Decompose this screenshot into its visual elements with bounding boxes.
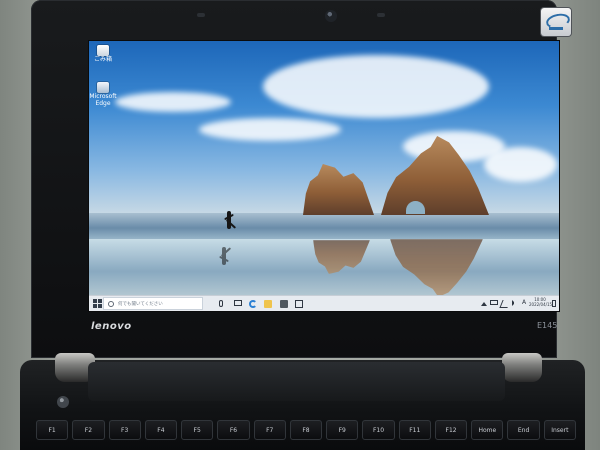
key-insert[interactable]: Insert <box>543 420 576 440</box>
search-icon <box>108 300 114 307</box>
start-button[interactable] <box>93 299 102 308</box>
action-center-icon[interactable] <box>552 300 556 307</box>
edge-label: Microsoft Edge <box>89 93 117 107</box>
ime-indicator[interactable]: A <box>522 299 526 306</box>
battery-icon[interactable] <box>490 300 498 305</box>
key-f4[interactable]: F4 <box>144 420 178 440</box>
key-f6[interactable]: F6 <box>217 420 250 440</box>
key-f2[interactable]: F2 <box>72 420 105 440</box>
start-icon <box>98 304 102 308</box>
key-f12[interactable]: F12 <box>434 420 468 440</box>
key-f11[interactable]: F11 <box>398 420 431 440</box>
bezel-mic-left-icon <box>197 13 205 17</box>
key-home[interactable]: Home <box>471 420 504 440</box>
hidden-icons-icon[interactable] <box>481 302 487 306</box>
start-icon <box>98 299 102 303</box>
key-f8[interactable]: F8 <box>289 420 323 440</box>
wallpaper-cloud <box>484 147 557 182</box>
wallpaper-cloud <box>199 118 341 141</box>
start-icon <box>93 299 97 303</box>
microphone-icon[interactable] <box>219 300 223 307</box>
clock-date: 2022/04/15 <box>529 302 553 307</box>
start-icon <box>93 304 97 308</box>
mail-icon[interactable] <box>295 300 303 308</box>
wallpaper-runner <box>227 211 231 229</box>
laptop-model-label: E145 <box>537 321 558 330</box>
recycle-bin-desktop-icon[interactable]: ごみ箱 <box>89 45 117 63</box>
search-box[interactable]: 何でも聞いてください <box>103 297 203 310</box>
power-led-icon <box>57 396 69 408</box>
recycle-bin-icon <box>97 45 109 56</box>
bezel-mic-right-icon <box>377 13 385 17</box>
key-f1[interactable]: F1 <box>36 420 69 440</box>
windows-taskbar: 何でも聞いてください A 10:00 2022/04/15 <box>89 295 559 311</box>
network-icon[interactable] <box>499 300 511 308</box>
key-f3[interactable]: F3 <box>108 420 141 440</box>
laptop-photo: lenovo E145 ごみ箱 Microsoft Edge 何でも聞いてくださ… <box>0 0 600 450</box>
wallpaper-cloud <box>263 55 489 118</box>
function-key-row: F1 F2 F3 F4 F5 F6 F7 F8 F9 F10 F11 F12 H… <box>36 420 576 440</box>
hinge-bar <box>88 362 505 401</box>
energy-star-badge-icon <box>541 8 571 36</box>
wallpaper-cloud <box>115 92 231 112</box>
store-icon[interactable] <box>280 300 288 308</box>
wallpaper-runner-reflection <box>222 247 226 265</box>
volume-icon[interactable] <box>512 300 518 306</box>
clock[interactable]: 10:00 2022/04/15 <box>529 297 553 307</box>
task-view-icon[interactable] <box>234 300 242 306</box>
key-f10[interactable]: F10 <box>362 420 395 440</box>
right-hinge <box>502 353 542 382</box>
laptop-bezel: lenovo E145 ごみ箱 Microsoft Edge 何でも聞いてくださ… <box>31 0 571 358</box>
file-explorer-icon[interactable] <box>264 300 272 308</box>
search-placeholder: 何でも聞いてください <box>118 301 163 307</box>
edge-taskbar-icon[interactable] <box>249 300 257 308</box>
key-f5[interactable]: F5 <box>181 420 214 440</box>
webcam-icon <box>325 10 337 22</box>
windows-desktop-screen: ごみ箱 Microsoft Edge 何でも聞いてください A 10:00 20… <box>89 41 559 311</box>
laptop-brand-label: lenovo <box>91 321 132 332</box>
key-f7[interactable]: F7 <box>253 420 286 440</box>
wallpaper-rock-arch <box>406 201 425 214</box>
key-f9[interactable]: F9 <box>326 420 359 440</box>
edge-icon <box>97 82 109 93</box>
edge-desktop-icon[interactable]: Microsoft Edge <box>89 82 117 107</box>
key-end[interactable]: End <box>507 420 540 440</box>
recycle-bin-label: ごみ箱 <box>93 56 112 63</box>
